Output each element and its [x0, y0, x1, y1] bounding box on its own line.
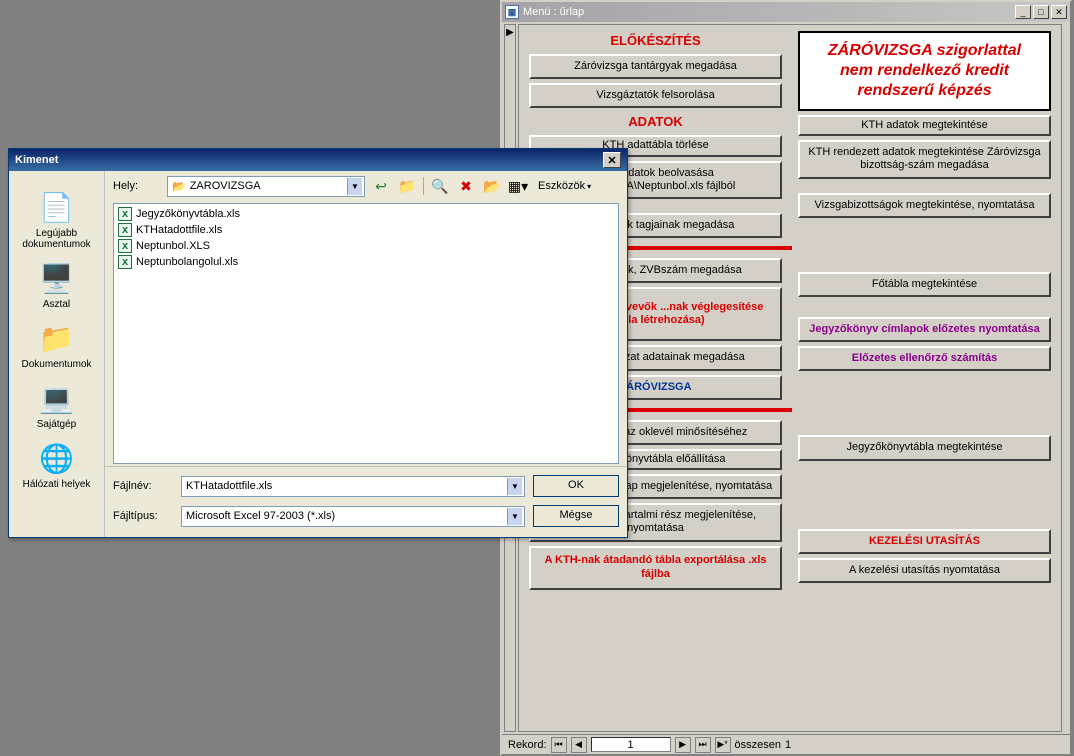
- maximize-button[interactable]: □: [1033, 5, 1049, 19]
- filename-label: Fájlnév:: [113, 480, 173, 492]
- nav-next-button[interactable]: ▶: [675, 737, 691, 753]
- section-manual-header[interactable]: KEZELÉSI UTASÍTÁS: [798, 529, 1051, 554]
- form-title: Menü : űrlap: [523, 6, 1013, 18]
- place-documents[interactable]: 📁 Dokumentumok: [15, 320, 99, 370]
- network-icon: 🌐: [39, 440, 75, 476]
- nav-label: Rekord:: [508, 739, 547, 751]
- file-item[interactable]: x Jegyzőkönyvtábla.xls: [118, 206, 614, 222]
- place-recent[interactable]: 📄 Legújabb dokumentumok: [15, 189, 99, 250]
- place-desktop-label: Asztal: [15, 299, 99, 310]
- file-list[interactable]: x Jegyzőkönyvtábla.xls x KTHatadottfile.xl…: [113, 203, 619, 464]
- form-icon: ▦: [505, 5, 519, 19]
- search-button[interactable]: 🔍: [430, 176, 450, 196]
- form-titlebar[interactable]: ▦ Menü : űrlap _ □ ✕: [502, 2, 1070, 22]
- file-name: Neptunbol.XLS: [136, 240, 210, 252]
- nav-total-value: 1: [785, 739, 791, 751]
- tools-label: Eszközök: [538, 180, 585, 192]
- btn-kth-view[interactable]: KTH adatok megtekintése: [798, 115, 1051, 136]
- place-network-label: Hálózati helyek: [15, 479, 99, 490]
- nav-new-button[interactable]: ▶*: [715, 737, 731, 753]
- filename-field[interactable]: KTHatadottfile.xls ▼: [181, 476, 525, 497]
- btn-export-kth[interactable]: A KTH-nak átadandó tábla exportálása .xl…: [529, 546, 782, 590]
- chevron-down-icon: ▾: [587, 182, 591, 191]
- btn-precheck[interactable]: Előzetes ellenőrző számítás: [798, 346, 1051, 371]
- btn-subjects[interactable]: Záróvizsga tantárgyak megadása: [529, 54, 782, 79]
- lookin-label: Hely:: [113, 180, 161, 192]
- chevron-down-icon: ▼: [507, 508, 522, 525]
- place-documents-label: Dokumentumok: [15, 359, 99, 370]
- ok-button[interactable]: OK: [533, 475, 619, 497]
- dialog-title: Kimenet: [15, 154, 58, 166]
- dialog-toolbar: Hely: 📂 ZAROVIZSGA ▼ ↩ 📁 🔍 ✖ 📂 ▦▾ Eszköz…: [105, 171, 627, 201]
- dialog-close-button[interactable]: ✕: [603, 152, 621, 168]
- place-mycomputer[interactable]: 💻 Sajátgép: [15, 380, 99, 430]
- xls-icon: x: [118, 223, 132, 237]
- nav-record-field[interactable]: 1: [591, 737, 671, 752]
- file-name: KTHatadottfile.xls: [136, 224, 222, 236]
- btn-committee-view[interactable]: Vizsgabizottságok megtekintése, nyomtatá…: [798, 193, 1051, 218]
- btn-examiners[interactable]: Vizsgáztatók felsorolása: [529, 83, 782, 108]
- file-item[interactable]: x Neptunbolangolul.xls: [118, 254, 614, 270]
- nav-last-button[interactable]: ⏭: [695, 737, 711, 753]
- delete-button[interactable]: ✖: [456, 176, 476, 196]
- recent-icon: 📄: [39, 189, 75, 225]
- filetype-field[interactable]: Microsoft Excel 97-2003 (*.xls) ▼: [181, 506, 525, 527]
- file-item[interactable]: x Neptunbol.XLS: [118, 238, 614, 254]
- xls-icon: x: [118, 239, 132, 253]
- banner-training-type: ZÁRÓVIZSGA szigorlattal nem rendelkező k…: [798, 31, 1051, 111]
- chevron-down-icon: ▼: [507, 478, 522, 495]
- file-save-dialog: Kimenet ✕ 📄 Legújabb dokumentumok 🖥️ Asz…: [8, 148, 628, 538]
- places-bar: 📄 Legújabb dokumentumok 🖥️ Asztal 📁 Doku…: [9, 171, 105, 537]
- record-navigator: Rekord: ⏮ ◀ 1 ▶ ⏭ ▶* összesen 1: [502, 734, 1070, 754]
- nav-prev-button[interactable]: ◀: [571, 737, 587, 753]
- place-recent-label: Legújabb dokumentumok: [15, 228, 99, 250]
- minimize-button[interactable]: _: [1015, 5, 1031, 19]
- chevron-down-icon: ▼: [347, 178, 362, 195]
- file-name: Neptunbolangolul.xls: [136, 256, 238, 268]
- lookin-value: ZAROVIZSGA: [190, 180, 261, 192]
- tools-menu[interactable]: Eszközök ▾: [534, 180, 595, 192]
- filetype-value: Microsoft Excel 97-2003 (*.xls): [186, 510, 335, 522]
- place-desktop[interactable]: 🖥️ Asztal: [15, 260, 99, 310]
- folder-icon: 📂: [172, 180, 186, 193]
- xls-icon: x: [118, 255, 132, 269]
- filename-value: KTHatadottfile.xls: [186, 480, 272, 492]
- file-name: Jegyzőkönyvtábla.xls: [136, 208, 240, 220]
- btn-main-table-view[interactable]: Főtábla megtekintése: [798, 272, 1051, 297]
- close-button[interactable]: ✕: [1051, 5, 1067, 19]
- section-prep-header: ELŐKÉSZÍTÉS: [529, 33, 782, 48]
- lookin-dropdown[interactable]: 📂 ZAROVIZSGA ▼: [167, 176, 365, 197]
- views-button[interactable]: ▦▾: [508, 176, 528, 196]
- filetype-label: Fájltípus:: [113, 510, 173, 522]
- documents-icon: 📁: [39, 320, 75, 356]
- btn-kth-sorted[interactable]: KTH rendezett adatok megtekintése Záróvi…: [798, 140, 1051, 178]
- place-mycomputer-label: Sajátgép: [15, 419, 99, 430]
- desktop-icon: 🖥️: [39, 260, 75, 296]
- btn-jk-cover-preview[interactable]: Jegyzőkönyv címlapok előzetes nyomtatása: [798, 317, 1051, 342]
- place-network[interactable]: 🌐 Hálózati helyek: [15, 440, 99, 490]
- nav-first-button[interactable]: ⏮: [551, 737, 567, 753]
- xls-icon: x: [118, 207, 132, 221]
- up-button[interactable]: 📁: [397, 176, 417, 196]
- section-data-header: ADATOK: [529, 114, 782, 129]
- nav-total-label: összesen: [735, 739, 781, 751]
- btn-jkt-view[interactable]: Jegyzőkönyvtábla megtekintése: [798, 435, 1051, 460]
- computer-icon: 💻: [39, 380, 75, 416]
- back-button[interactable]: ↩: [371, 176, 391, 196]
- new-folder-button[interactable]: 📂: [482, 176, 502, 196]
- dialog-titlebar[interactable]: Kimenet ✕: [9, 149, 627, 171]
- cancel-button[interactable]: Mégse: [533, 505, 619, 527]
- btn-print-manual[interactable]: A kezelési utasítás nyomtatása: [798, 558, 1051, 583]
- file-item[interactable]: x KTHatadottfile.xls: [118, 222, 614, 238]
